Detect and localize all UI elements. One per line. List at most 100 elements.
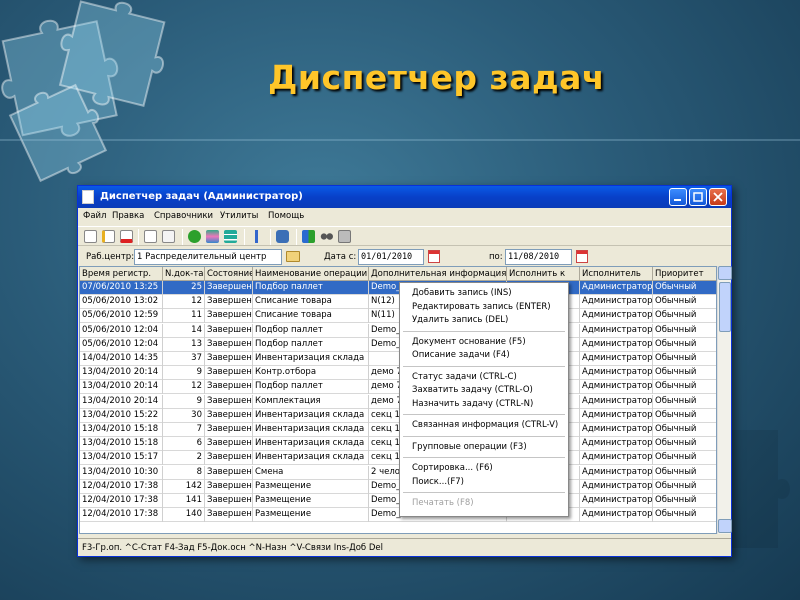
scroll-thumb[interactable] bbox=[719, 282, 731, 332]
column-header[interactable]: N.док-та bbox=[163, 267, 205, 281]
table-cell: 142 bbox=[163, 479, 205, 494]
minimize-icon bbox=[674, 199, 681, 201]
table-cell: 13/04/2010 20:14 bbox=[80, 366, 163, 381]
context-menu-item[interactable]: Назначить задачу (CTRL-N) bbox=[412, 399, 533, 409]
table-cell: Администратор bbox=[580, 437, 653, 452]
table-cell: Обычный bbox=[653, 409, 716, 423]
minimize-button[interactable] bbox=[669, 188, 687, 206]
table-cell: Инвентаризация склада bbox=[253, 352, 369, 366]
close-icon bbox=[713, 192, 723, 202]
context-menu-item[interactable]: Удалить запись (DEL) bbox=[412, 315, 508, 325]
table-cell: 30 bbox=[163, 408, 205, 423]
context-menu-item[interactable]: Групповые операции (F3) bbox=[412, 442, 527, 452]
menu-help[interactable]: Помощь bbox=[268, 211, 304, 221]
column-header[interactable]: Исполнитель bbox=[580, 267, 653, 281]
column-header[interactable]: Исполнить к bbox=[507, 267, 580, 281]
column-header[interactable]: Время регистр. bbox=[80, 267, 163, 281]
menu-file[interactable]: Файл bbox=[83, 211, 106, 221]
menu-bar: Файл Правка Справочники Утилиты Помощь bbox=[78, 209, 731, 224]
menu-separator bbox=[403, 435, 565, 437]
table-cell: Размещение bbox=[253, 494, 369, 508]
table-cell: Администратор bbox=[580, 295, 653, 310]
context-menu-item[interactable]: Сортировка... (F6) bbox=[412, 463, 493, 473]
grid-header: Время регистр. N.док-та Состояние Наимен… bbox=[80, 267, 716, 281]
table-cell: Администратор bbox=[580, 479, 653, 494]
table-cell: 9 bbox=[163, 394, 205, 409]
copy-icon[interactable] bbox=[144, 230, 157, 243]
delete-doc-icon[interactable] bbox=[120, 230, 133, 243]
table-cell: Администратор bbox=[580, 323, 653, 338]
workcenter-label: Раб.центр: bbox=[86, 252, 135, 262]
context-menu-item[interactable]: Статус задачи (CTRL-C) bbox=[412, 372, 517, 382]
column-header[interactable]: Наименование операции bbox=[253, 267, 369, 281]
table-cell: Завершен bbox=[205, 423, 253, 437]
column-header[interactable]: Приоритет bbox=[653, 267, 716, 281]
table-cell: Размещение bbox=[253, 479, 369, 494]
table-cell: Обычный bbox=[653, 380, 716, 394]
table-cell: 12/04/2010 17:38 bbox=[80, 479, 163, 494]
menu-references[interactable]: Справочники bbox=[154, 211, 213, 221]
table-cell: Обычный bbox=[653, 295, 716, 309]
menu-utilities[interactable]: Утилиты bbox=[220, 211, 258, 221]
maximize-icon bbox=[693, 192, 703, 202]
column-header[interactable]: Дополнительная информация bbox=[369, 267, 507, 281]
close-button[interactable] bbox=[709, 188, 727, 206]
table-cell: Администратор bbox=[580, 408, 653, 423]
stack-icon[interactable] bbox=[224, 230, 237, 243]
menu-separator bbox=[403, 365, 565, 367]
tree-icon[interactable] bbox=[250, 230, 263, 243]
context-menu-item: Печатать (F8) bbox=[412, 498, 474, 508]
date-from-field[interactable]: 01/01/2010 bbox=[358, 249, 424, 265]
scroll-up-button[interactable] bbox=[718, 266, 732, 280]
table-cell: Подбор паллет bbox=[253, 380, 369, 395]
table-cell: Обычный bbox=[653, 366, 716, 380]
refresh-icon[interactable] bbox=[206, 230, 219, 243]
context-menu-item[interactable]: Редактировать запись (ENTER) bbox=[412, 302, 551, 312]
table-cell: Завершен bbox=[205, 508, 253, 523]
glasses-icon[interactable] bbox=[320, 230, 333, 243]
menu-separator bbox=[403, 414, 565, 415]
new-doc-icon[interactable] bbox=[84, 230, 97, 243]
table-cell: 13/04/2010 20:14 bbox=[80, 380, 163, 395]
filter-icon[interactable] bbox=[302, 230, 315, 243]
print-icon[interactable] bbox=[338, 230, 351, 243]
status-text: F3-Гр.оп. ^C-Стат F4-Зад F5-Док.осн ^N-Н… bbox=[82, 543, 384, 553]
context-menu-item[interactable]: Связанная информация (CTRL-V) bbox=[412, 420, 558, 430]
context-menu-item[interactable]: Описание задачи (F4) bbox=[412, 350, 510, 360]
table-cell: 11 bbox=[163, 309, 205, 324]
vertical-scrollbar[interactable] bbox=[717, 266, 732, 534]
folder-icon[interactable] bbox=[286, 251, 300, 262]
table-cell: 13/04/2010 10:30 bbox=[80, 465, 163, 480]
table-cell: Контр.отбора bbox=[253, 366, 369, 381]
scroll-down-button[interactable] bbox=[718, 519, 732, 533]
table-cell: 13/04/2010 15:17 bbox=[80, 451, 163, 466]
table-cell: Завершен bbox=[205, 309, 253, 324]
paste-icon[interactable] bbox=[162, 230, 175, 243]
table-cell: Обычный bbox=[653, 437, 716, 451]
save-icon[interactable] bbox=[276, 230, 289, 243]
table-cell: 13/04/2010 15:22 bbox=[80, 408, 163, 423]
calendar-to-icon[interactable] bbox=[576, 250, 588, 263]
context-menu-item[interactable]: Документ основание (F5) bbox=[412, 337, 526, 347]
table-cell: Инвентаризация склада bbox=[253, 437, 369, 452]
context-menu-item[interactable]: Поиск...(F7) bbox=[412, 477, 464, 487]
table-cell: Администратор bbox=[580, 366, 653, 381]
context-menu-item[interactable]: Захватить задачу (CTRL-O) bbox=[412, 385, 533, 395]
table-cell: 13/04/2010 20:14 bbox=[80, 394, 163, 409]
date-to-field[interactable]: 11/08/2010 bbox=[505, 249, 572, 265]
table-cell: Завершен bbox=[205, 494, 253, 508]
table-cell: Завершен bbox=[205, 281, 253, 295]
calendar-from-icon[interactable] bbox=[428, 250, 440, 263]
window-titlebar[interactable]: Диспетчер задач (Администратор) bbox=[78, 186, 731, 208]
table-cell: 07/06/2010 13:25 bbox=[80, 281, 163, 295]
check-icon[interactable] bbox=[188, 230, 201, 243]
table-cell: Завершен bbox=[205, 437, 253, 452]
maximize-button[interactable] bbox=[689, 188, 707, 206]
table-cell: Администратор bbox=[580, 337, 653, 352]
table-cell: 13 bbox=[163, 337, 205, 352]
column-header[interactable]: Состояние bbox=[205, 267, 253, 281]
workcenter-field[interactable]: 1 Распределительный центр bbox=[134, 249, 282, 265]
menu-edit[interactable]: Правка bbox=[112, 211, 144, 221]
edit-doc-icon[interactable] bbox=[102, 230, 115, 243]
context-menu-item[interactable]: Добавить запись (INS) bbox=[412, 288, 512, 298]
